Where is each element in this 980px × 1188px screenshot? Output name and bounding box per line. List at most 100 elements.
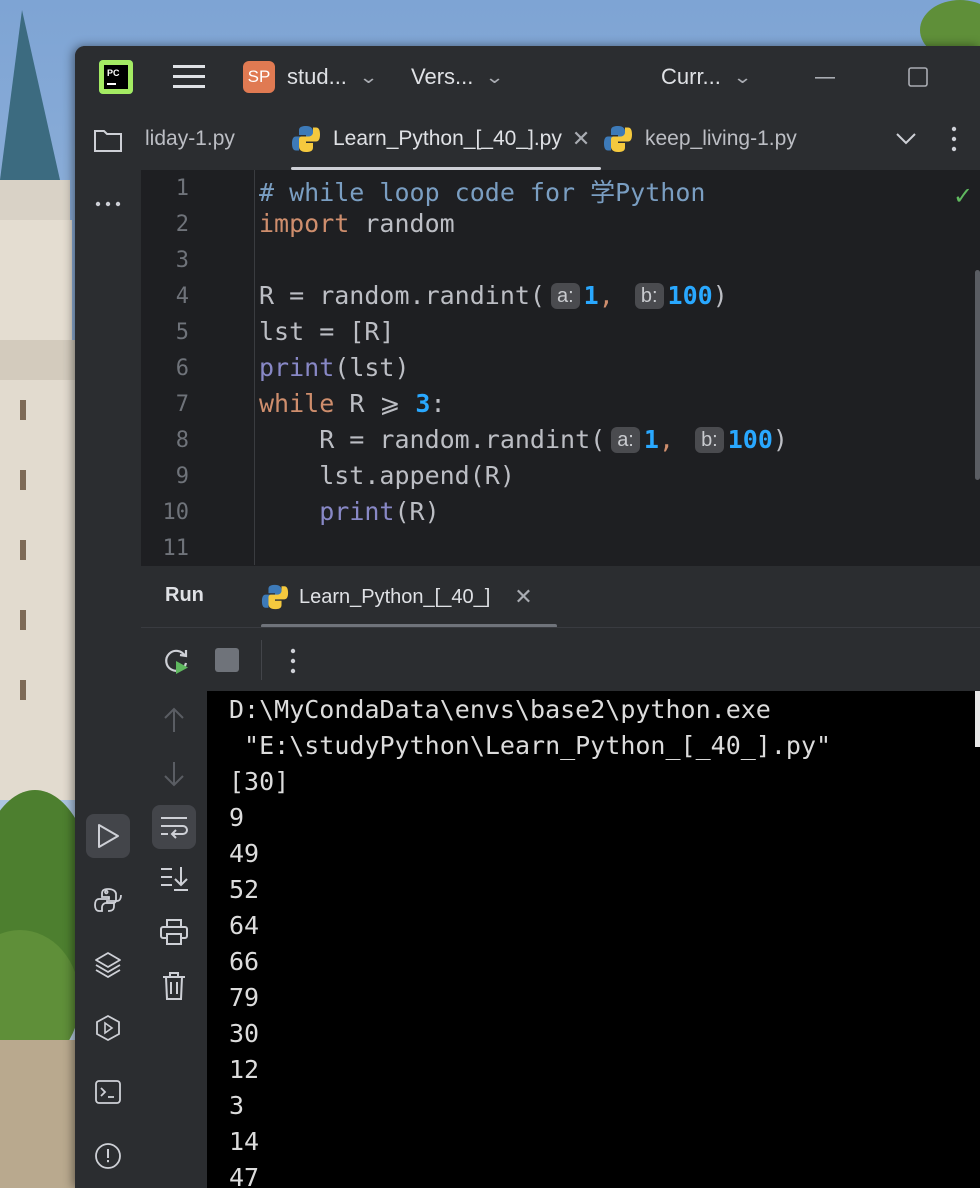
console-line: 47 (229, 1163, 260, 1188)
project-name: stud... (287, 64, 347, 89)
code-line-10: print(R) (259, 497, 440, 526)
run-config-label: Curr... (661, 64, 721, 89)
code-text: R = random.randint( (259, 425, 606, 454)
line-number: 7 (175, 392, 189, 417)
comma: , (658, 425, 674, 454)
number-literal: 1 (583, 281, 599, 310)
vcs-label: Vers... (411, 64, 474, 89)
console-line: 12 (229, 1055, 260, 1084)
keyword: while (259, 389, 335, 418)
console-scrollbar[interactable] (975, 691, 980, 747)
code-line-6: print(lst) (259, 353, 410, 382)
soft-wrap-icon[interactable] (152, 805, 196, 849)
title-bar: PC SP stud... ⌄ Vers... ⌄ Curr... ⌄ (75, 46, 980, 108)
services-icon[interactable] (86, 1006, 130, 1050)
scroll-to-end-icon[interactable] (155, 859, 193, 897)
more-options-icon[interactable] (281, 644, 305, 678)
ide-window: PC SP stud... ⌄ Vers... ⌄ Curr... ⌄ lida… (75, 46, 980, 1188)
code-line-1: # while loop code for 学Python (259, 173, 705, 209)
code-line-8: R = random.randint(a: 1, b: 100) (259, 425, 788, 454)
console-line: 66 (229, 947, 260, 976)
code-line-2: import random (259, 209, 455, 238)
code-text: : (430, 389, 446, 418)
project-badge: SP (243, 61, 275, 93)
code-line-9: lst.append(R) (259, 461, 515, 490)
python-file-icon (261, 584, 289, 610)
tab-label: keep_living-1.py (645, 127, 797, 150)
comma: , (598, 281, 614, 310)
line-number: 2 (175, 212, 189, 237)
line-number: 9 (175, 464, 189, 489)
param-hint: b: (634, 283, 664, 309)
trash-icon[interactable] (155, 967, 193, 1005)
chevron-down-icon: ⌄ (485, 66, 505, 87)
python-file-icon (292, 126, 320, 152)
tool-window-strip (75, 108, 142, 1188)
number-literal: 3 (415, 389, 431, 418)
tab-keep-living[interactable]: keep_living-1.py (603, 108, 797, 170)
console-line: 64 (229, 911, 260, 940)
code-text: ) (712, 281, 728, 310)
console-line: 3 (229, 1091, 245, 1120)
folder-icon[interactable] (86, 118, 130, 162)
python-console-icon[interactable] (86, 878, 130, 922)
tab-list-dropdown[interactable] (895, 108, 917, 170)
project-selector[interactable]: SP stud... ⌄ (243, 46, 379, 108)
more-tools-icon[interactable] (86, 182, 130, 226)
run-config-selector[interactable]: Curr... ⌄ (661, 46, 752, 108)
no-problems-check-icon: ✓ (953, 183, 974, 210)
run-tab[interactable]: Learn_Python_[_40_] ✕ (261, 566, 557, 628)
console-line: "E:\studyPython\Learn_Python_[_40_].py" (229, 731, 832, 760)
builtin-print: print (319, 497, 395, 526)
builtin-print: print (259, 353, 335, 382)
problems-icon[interactable] (86, 1134, 130, 1178)
tab-learn-python[interactable]: Learn_Python_[_40_].py ✕ (291, 108, 601, 170)
chevron-down-icon: ⌄ (358, 66, 379, 87)
arrow-up-icon[interactable] (159, 703, 189, 737)
print-icon[interactable] (155, 913, 193, 951)
editor-tab-bar: liday-1.py Learn_Python_[_40_].py ✕ keep… (141, 108, 980, 171)
line-number: 3 (175, 248, 189, 273)
rerun-icon[interactable] (159, 644, 193, 678)
svg-text:PC: PC (107, 68, 120, 78)
minimize-button[interactable] (813, 46, 837, 108)
line-number: 6 (175, 356, 189, 381)
line-number: 4 (175, 284, 189, 309)
layers-icon[interactable] (86, 942, 130, 986)
vcs-selector[interactable]: Vers... ⌄ (411, 46, 505, 108)
code-editor[interactable]: ✓ 1 2 3 4 5 6 7 8 9 10 11 # while loop c… (141, 170, 980, 565)
code-text: ) (772, 425, 788, 454)
code-text: lst.append(R) (259, 461, 515, 490)
line-number: 10 (162, 500, 190, 525)
code-text: (R) (394, 497, 440, 526)
run-panel-header: Run Learn_Python_[_40_] ✕ (141, 565, 980, 628)
arrow-down-icon[interactable] (159, 757, 189, 791)
tab-holiday[interactable]: liday-1.py (145, 108, 235, 170)
param-hint: a: (611, 427, 640, 453)
code-text: R = random.randint( (259, 281, 545, 310)
scrollbar-thumb[interactable] (975, 270, 980, 480)
run-toolbar (141, 627, 980, 693)
console-output[interactable]: D:\MyCondaData\envs\base2\python.exe "E:… (207, 691, 980, 1188)
pycharm-icon[interactable]: PC (99, 46, 133, 108)
run-tab-label: Learn_Python_[_40_] (299, 585, 491, 608)
console-line: 52 (229, 875, 260, 904)
maximize-button[interactable] (907, 46, 929, 108)
run-tool-icon[interactable] (86, 814, 130, 858)
main-menu-icon[interactable] (173, 46, 205, 108)
stop-icon[interactable] (213, 646, 241, 674)
indent-guide (254, 170, 255, 565)
code-text: random (349, 209, 455, 238)
close-icon[interactable]: ✕ (514, 584, 532, 610)
tab-options-icon[interactable] (951, 108, 957, 170)
close-icon[interactable]: ✕ (572, 126, 590, 152)
console-side-toolbar (141, 691, 208, 1188)
tab-label: liday-1.py (145, 127, 235, 150)
terminal-icon[interactable] (86, 1070, 130, 1114)
console-line: 79 (229, 983, 260, 1012)
console-line: 49 (229, 839, 260, 868)
code-line-7: while R ⩾ 3: (259, 389, 446, 418)
toolbar-separator (261, 640, 262, 680)
tab-label: Learn_Python_[_40_].py (333, 127, 562, 150)
